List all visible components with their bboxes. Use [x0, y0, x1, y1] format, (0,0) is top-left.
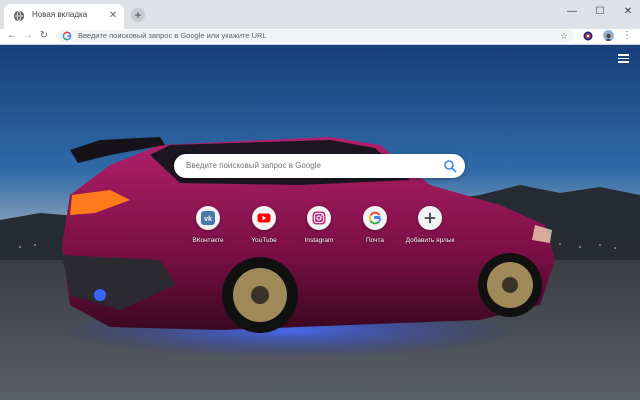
shortcut-label: Добавить ярлык: [405, 237, 455, 244]
new-tab-button[interactable]: +: [131, 8, 145, 22]
person-icon: [604, 33, 613, 41]
google-icon: [62, 31, 72, 41]
window-controls: — ☐ ✕: [566, 6, 634, 20]
forward-button[interactable]: →: [22, 30, 34, 42]
extension-icon[interactable]: [583, 31, 593, 41]
search-icon[interactable]: [443, 159, 457, 173]
minimize-button[interactable]: —: [566, 6, 578, 18]
shortcut-vkontakte[interactable]: vk ВКонтакте: [178, 206, 238, 256]
tab-strip: Новая вкладка ✕ + — ☐ ✕: [0, 0, 640, 29]
add-shortcut-button[interactable]: Добавить ярлык: [400, 206, 460, 256]
instagram-icon: [312, 211, 326, 225]
shortcut-label: Instagram: [304, 237, 334, 244]
new-tab-page: Введите поисковый запрос в Google vk ВКо…: [0, 45, 640, 400]
browser-menu-icon[interactable]: ⋮: [622, 30, 632, 42]
window-close-button[interactable]: ✕: [622, 6, 634, 18]
maximize-button[interactable]: ☐: [594, 6, 606, 18]
svg-text:vk: vk: [204, 216, 212, 223]
shortcut-label: YouTube: [251, 237, 277, 244]
back-button[interactable]: ←: [6, 30, 18, 42]
address-bar-placeholder: Введите поисковый запрос в Google или ук…: [78, 31, 267, 40]
search-placeholder: Введите поисковый запрос в Google: [186, 161, 321, 170]
shortcut-instagram[interactable]: Instagram: [289, 206, 349, 256]
shortcut-youtube[interactable]: YouTube: [234, 206, 294, 256]
tab-close-icon[interactable]: ✕: [108, 11, 118, 21]
customize-menu-icon[interactable]: [618, 54, 629, 63]
reload-button[interactable]: ↻: [38, 30, 50, 42]
shortcut-mail[interactable]: Почта: [345, 206, 405, 256]
browser-toolbar: ← → ↻ Введите поисковый запрос в Google …: [0, 29, 640, 45]
vk-icon: vk: [201, 211, 215, 225]
globe-icon: [13, 10, 25, 22]
shortcut-label: ВКонтакте: [192, 237, 224, 244]
tab-title: Новая вкладка: [32, 10, 88, 19]
shortcut-tiles: vk ВКонтакте YouTube Instagram Почта Доб…: [178, 206, 478, 256]
plus-icon: [424, 212, 436, 224]
address-bar[interactable]: Введите поисковый запрос в Google или ук…: [56, 30, 574, 42]
google-search-box[interactable]: Введите поисковый запрос в Google: [174, 154, 465, 178]
youtube-icon: [257, 213, 271, 223]
google-icon: [368, 211, 382, 225]
shortcut-label: Почта: [365, 237, 385, 244]
bookmark-star-icon[interactable]: ☆: [560, 30, 568, 42]
tab-new-tab[interactable]: Новая вкладка ✕: [4, 4, 124, 29]
profile-avatar[interactable]: [603, 30, 614, 41]
